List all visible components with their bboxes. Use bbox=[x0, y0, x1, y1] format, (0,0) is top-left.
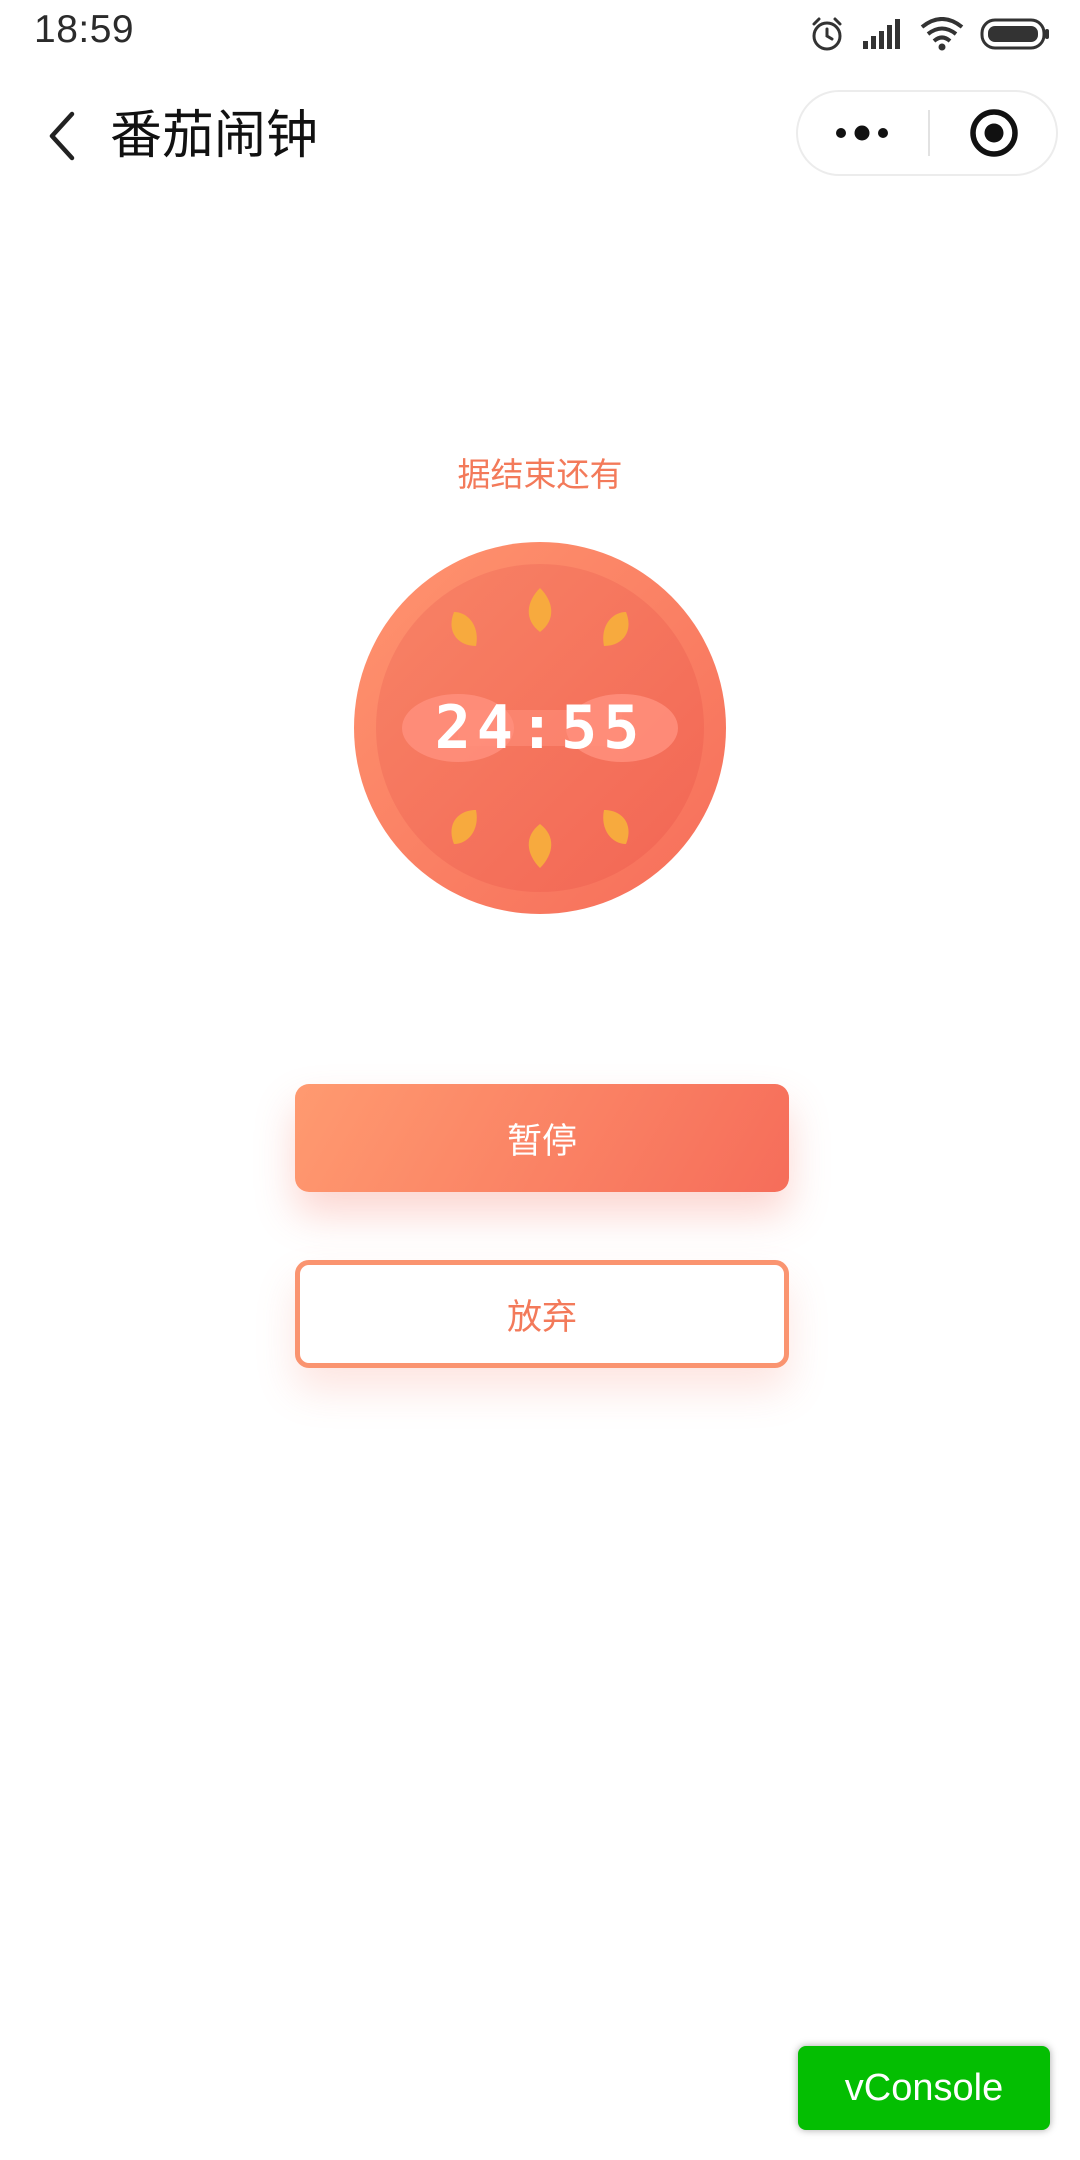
signal-icon bbox=[862, 19, 904, 49]
back-button[interactable] bbox=[30, 104, 94, 168]
countdown-label: 据结束还有 bbox=[457, 455, 623, 494]
abandon-button[interactable]: 放弃 bbox=[295, 1260, 789, 1368]
wifi-icon bbox=[920, 17, 964, 51]
target-circle-icon bbox=[970, 109, 1018, 157]
alarm-icon bbox=[808, 15, 846, 53]
capsule-menu bbox=[796, 90, 1058, 176]
page-title: 番茄闹钟 bbox=[110, 106, 319, 166]
page: 18:59 番茄闹钟 据结束还有 24:55 暂停 放弃 vConsole bbox=[0, 0, 1080, 2160]
status-icons bbox=[808, 12, 1050, 56]
status-bar: 18:59 bbox=[0, 0, 1080, 68]
timer-display: 24:55 bbox=[434, 693, 646, 763]
nav-bar: 番茄闹钟 bbox=[0, 80, 1080, 190]
chevron-left-icon bbox=[49, 111, 75, 161]
more-button[interactable] bbox=[798, 92, 926, 174]
status-time: 18:59 bbox=[34, 8, 135, 51]
tomato-timer: 24:55 bbox=[354, 542, 726, 914]
close-miniprogram-button[interactable] bbox=[930, 92, 1058, 174]
more-dots-icon bbox=[836, 125, 888, 141]
vconsole-button[interactable]: vConsole bbox=[798, 2046, 1050, 2130]
pause-button[interactable]: 暂停 bbox=[295, 1084, 789, 1192]
battery-icon bbox=[980, 18, 1050, 50]
